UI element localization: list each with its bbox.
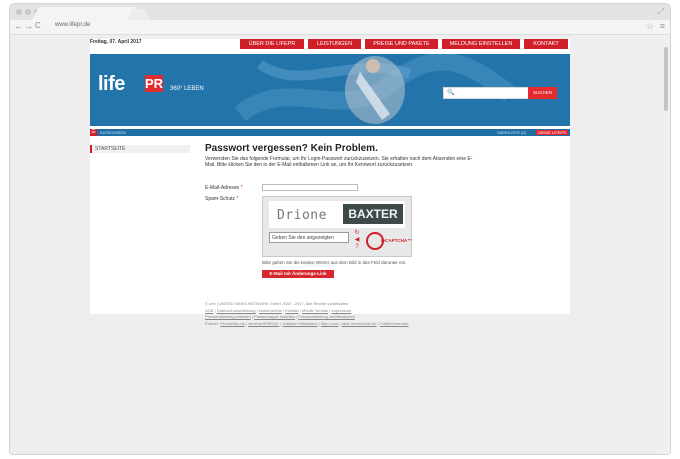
partner-link[interactable]: lifpro.com [321,321,338,326]
bookmark-star-icon[interactable]: ☆ [646,21,654,32]
submit-button[interactable]: E-Mail mit Änderungs-Link anfordern [262,270,334,284]
back-icon[interactable]: ← [14,21,23,31]
captcha-image: Drione BAXTER [269,201,405,228]
footer-link[interactable]: Kontakt [285,308,299,313]
scrollbar[interactable] [662,35,670,454]
search-button[interactable]: SUCHEN [528,87,557,99]
captcha-tools: ↻ ◀ ? [353,230,361,252]
logo-text[interactable]: life [98,73,125,96]
footer-partners: Partner: Pressefibo.de | seminarSPIEGEL … [205,320,409,326]
spam-label: Spam-Schutz * [205,196,239,202]
current-date: Freitag, 07. April 2017 [90,39,142,45]
scrollbar-thumb[interactable] [664,47,668,111]
partner-link[interactable]: Initiative Mittelstand [283,321,318,326]
minimize-window-icon[interactable] [25,9,31,15]
sidebar-marker [90,145,92,153]
footer-link[interactable]: Datenschutzerklärung [217,308,256,313]
nav-kontakt[interactable]: KONTAKT [524,39,568,49]
title-bar: ⤢ [10,4,670,20]
footer-link[interactable]: Mobile Version [302,308,328,313]
email-label: E-Mail-Adresse * [205,185,243,191]
partner-link[interactable]: TrafficGenerator [380,321,409,326]
refresh-icon[interactable]: ↻ [353,230,361,237]
recaptcha-brand: reCAPTCHA™ [381,238,412,243]
browser-window: ⤢ ← → C www.lifepr.de ☆ ≡ Freitag, 07. A… [10,4,670,454]
captcha-widget: Drione BAXTER Geben Sie den angezeigten … [262,196,412,257]
page-title: Passwort vergessen? Kein Problem. [205,143,378,154]
close-window-icon[interactable] [16,9,22,15]
footer-link[interactable]: AGB [205,308,213,313]
meine-lifepr-button[interactable]: MEINE LIFEPR [536,130,568,135]
logo-badge[interactable]: PR [145,75,163,92]
address-bar[interactable]: www.lifepr.de [55,22,90,28]
nav-leistungen[interactable]: LEISTUNGEN [308,39,361,49]
captcha-word-2: BAXTER [343,204,403,224]
logo-tagline: 360° LEBEN [170,86,204,92]
categories-icon[interactable]: ☰ [90,129,97,136]
nav-ueber[interactable]: ÜBER DIE LIFEPR [240,39,304,49]
category-bar: ☰ KATEGORIEN MERKLISTE (0) MEINE LIFEPR [90,129,570,136]
browser-menu-icon[interactable]: ≡ [660,21,665,31]
footer-link[interactable]: Pressemitteilung veröffentlichen [298,314,355,319]
sidebar-item-label: STARTSEITE [95,146,126,152]
categories-link[interactable]: KATEGORIEN [100,129,126,136]
nav-preise[interactable]: PREISE UND PAKETE [365,39,438,49]
footer: © unn | UNITED NEWS NETWORK GmbH 2002 - … [205,301,545,327]
header-banner: life PR 360° LEBEN 🔍 SUCHEN [90,54,570,126]
forward-icon[interactable]: → [24,21,33,31]
email-field[interactable] [262,184,358,191]
search-icon: 🔍 [447,90,455,96]
footer-link[interactable]: Nutzerrechte [259,308,282,313]
footer-link[interactable]: Pressemitteilung erstellen [205,314,251,319]
partner-label: Partner: [205,320,220,326]
partner-link[interactable]: aktiv verzeichnis.de [342,321,377,326]
captcha-input[interactable]: Geben Sie den angezeigten [269,232,349,243]
captcha-word-1: Drione [277,208,327,223]
partner-link[interactable]: Pressefibo.de [220,321,244,326]
nav-meldung[interactable]: MELDUNG EINSTELLEN [442,39,520,49]
reload-icon[interactable]: C [35,21,41,30]
sidebar-item-startseite[interactable]: STARTSEITE [90,145,190,153]
browser-tab[interactable] [32,7,142,20]
audio-icon[interactable]: ◀ [353,237,361,244]
web-page: Freitag, 07. April 2017 ÜBER DIE LIFEPR … [90,39,570,326]
partner-link[interactable]: seminarSPIEGEL [248,321,279,326]
fullscreen-icon[interactable]: ⤢ [658,7,664,17]
search-input[interactable]: 🔍 [443,87,529,99]
browser-toolbar: ← → C www.lifepr.de ☆ ≡ [10,20,670,35]
help-icon[interactable]: ? [353,244,361,251]
footer-link[interactable]: Pressemappe erstellen [254,314,295,319]
intro-text: Verwenden Sie das folgende Formular, um … [205,156,473,168]
footer-link[interactable]: Impressum [331,308,351,313]
captcha-hint: Bitte geben Sie die beiden Wörter aus de… [262,260,407,265]
merkliste-link[interactable]: MERKLISTE (0) [497,129,526,136]
